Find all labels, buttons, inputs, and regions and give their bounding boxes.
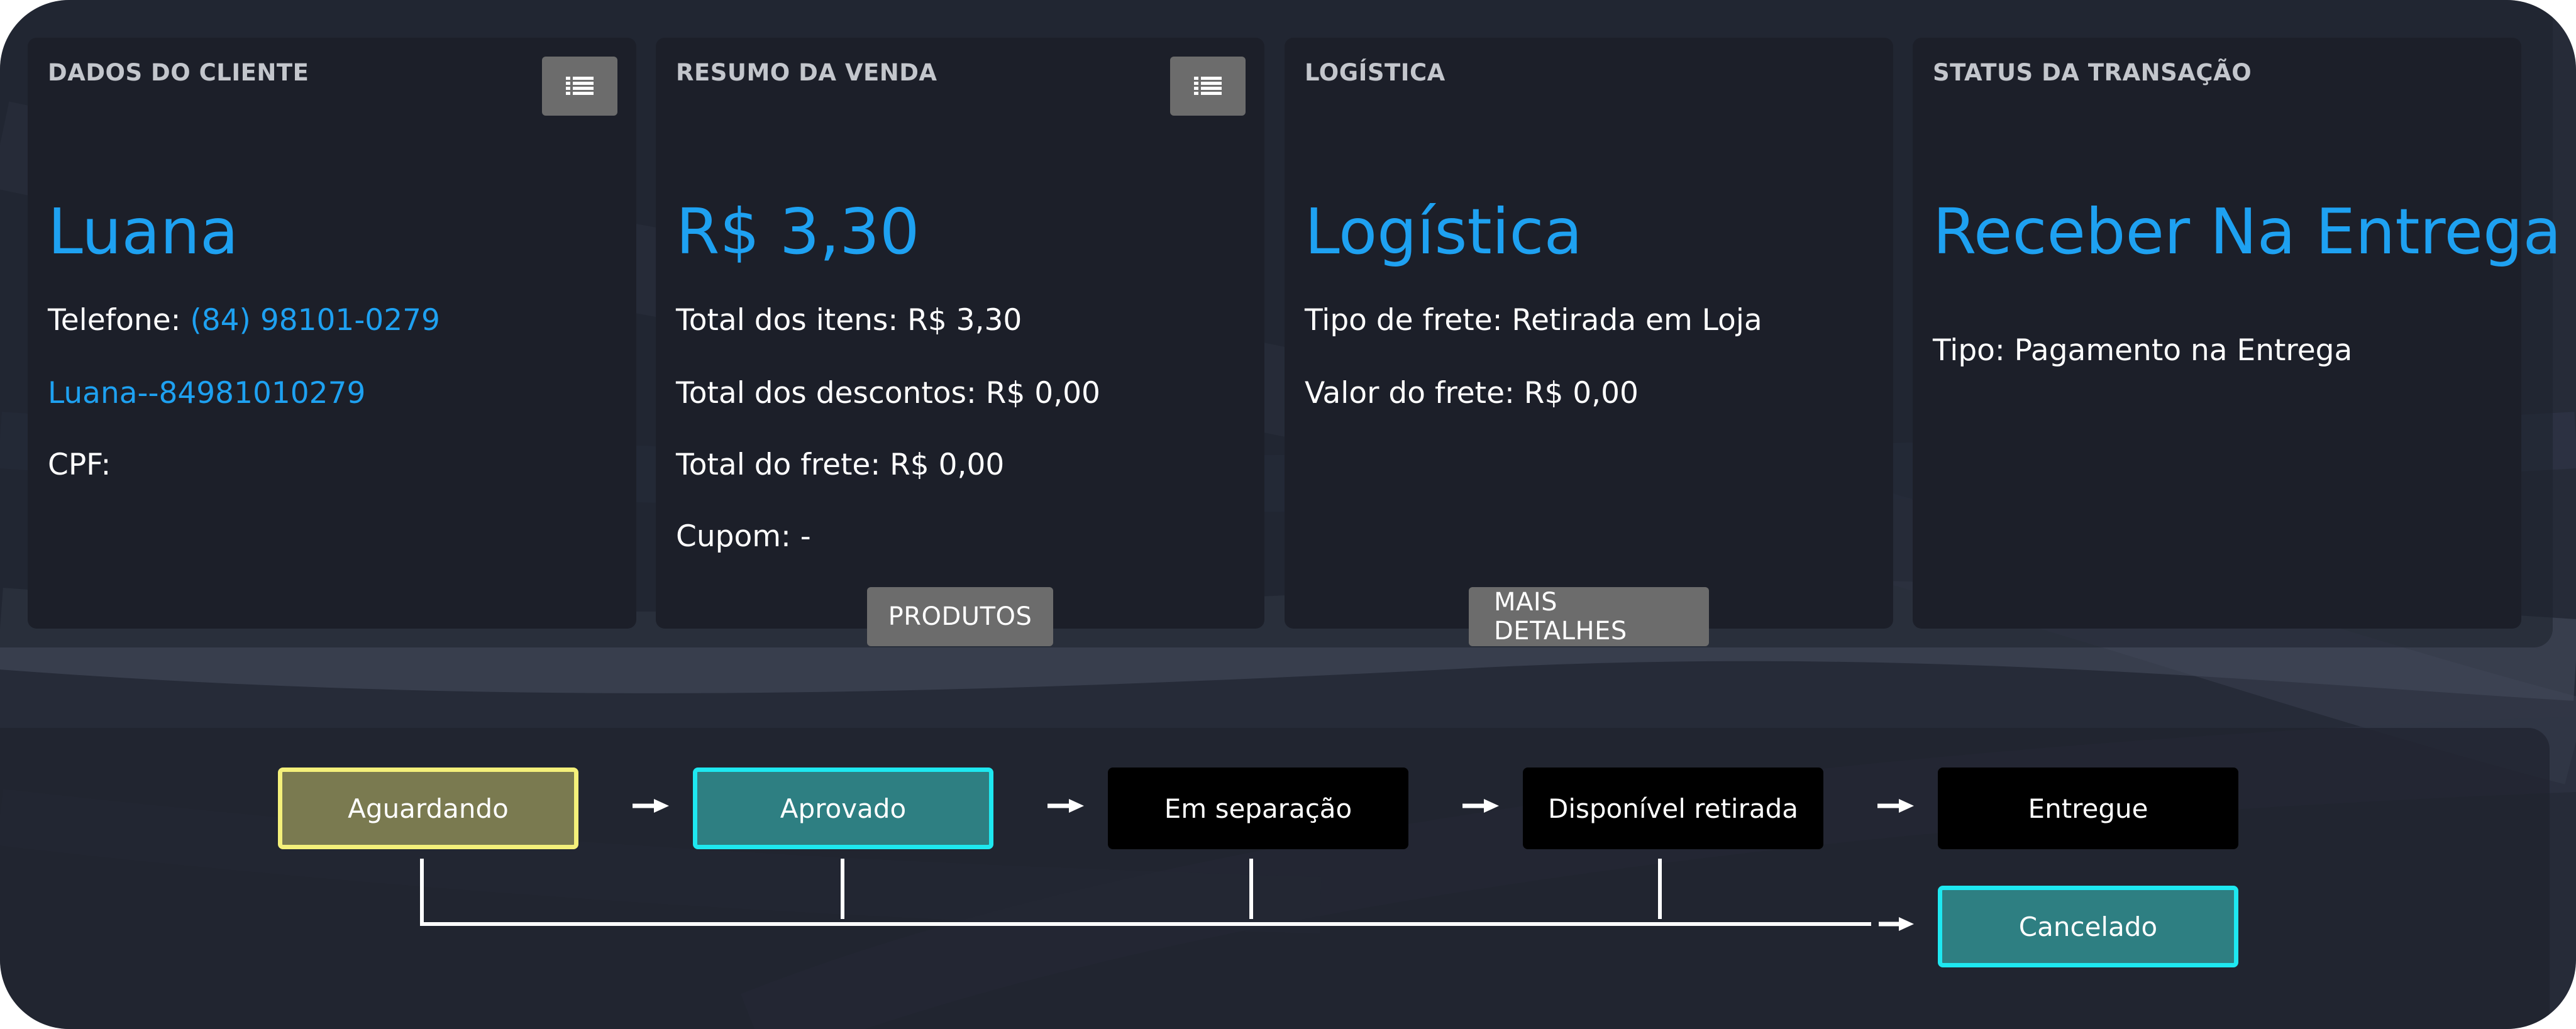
step-em-separacao: Em separação	[1108, 768, 1408, 849]
flow-connectors	[420, 799, 1914, 931]
step-entregue: Entregue	[1938, 768, 2238, 849]
step-aguardando: Aguardando	[278, 768, 578, 849]
step-cancelado: Cancelado	[1938, 886, 2238, 967]
right-arrow-icon	[1879, 917, 1914, 931]
right-arrow-icon	[633, 799, 669, 813]
step-disponivel-retirada: Disponível retirada	[1523, 768, 1823, 849]
step-aprovado: Aprovado	[693, 768, 993, 849]
order-details-frame: DADOS DO CLIENTE Luana Telefone: (84) 98…	[0, 0, 2576, 1029]
right-arrow-icon	[1877, 799, 1914, 813]
right-arrow-icon	[1462, 799, 1499, 813]
cancel-branch-lines	[420, 859, 1871, 926]
right-arrow-icon	[1048, 799, 1084, 813]
